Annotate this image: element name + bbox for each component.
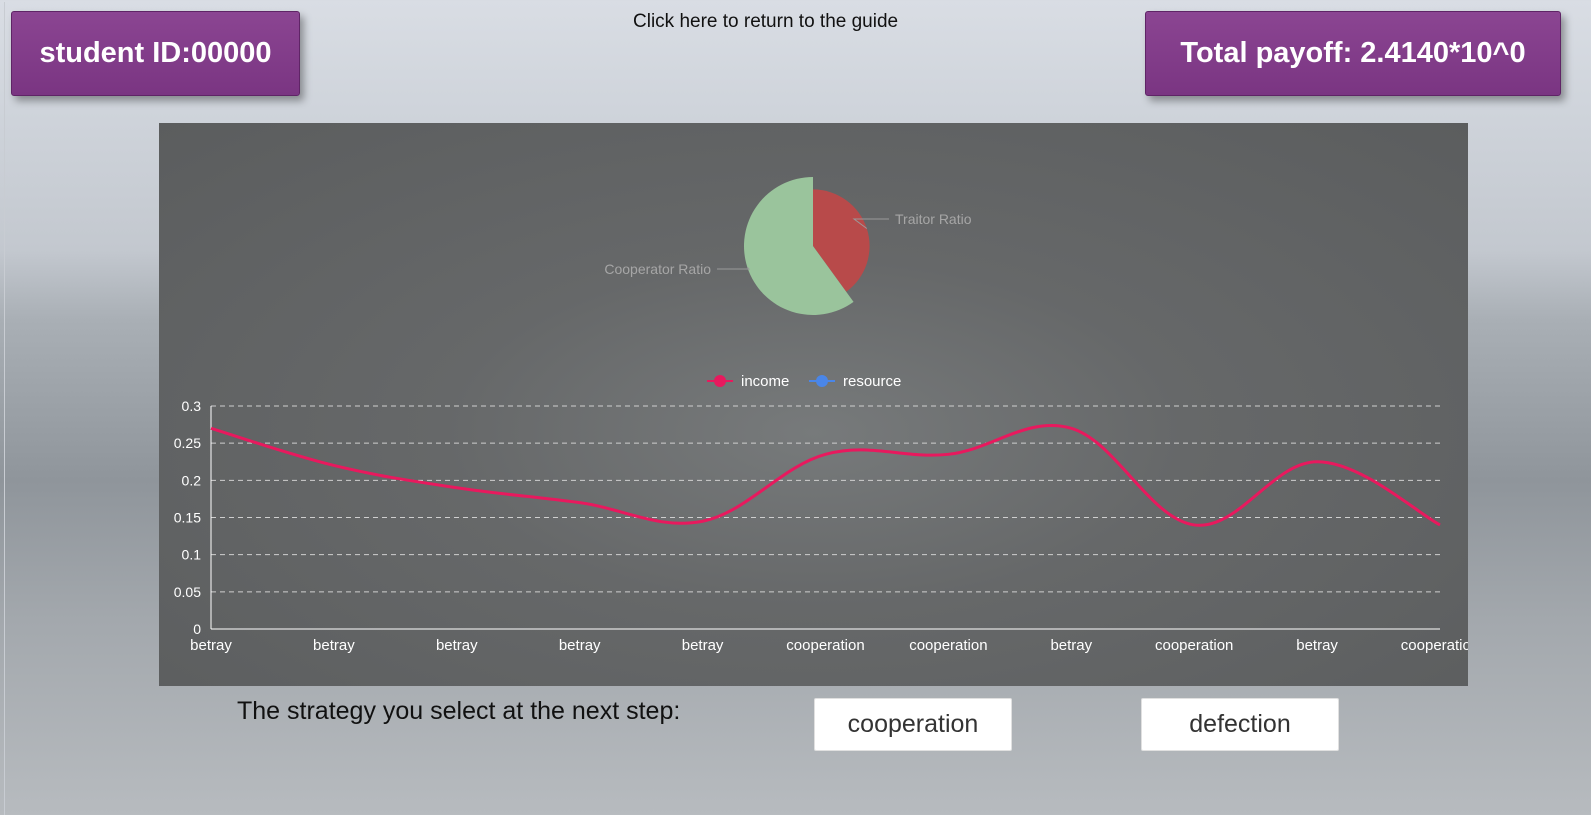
y-tick-label: 0.15: [174, 510, 201, 526]
defection-button[interactable]: defection: [1141, 698, 1339, 751]
cooperation-button[interactable]: cooperation: [814, 698, 1012, 751]
student-id-badge: student ID:00000: [11, 11, 300, 96]
x-tick-label: betray: [190, 637, 232, 654]
strategy-prompt: The strategy you select at the next step…: [237, 697, 681, 725]
pie-label: Traitor Ratio: [895, 211, 972, 227]
legend-label-income: income: [741, 373, 789, 390]
x-tick-label: cooperation: [1401, 637, 1468, 654]
chart-svg: Traitor Ratio Cooperator Ratio income resou…: [174, 177, 1468, 654]
total-payoff-badge: Total payoff: 2.4140*10^0: [1145, 11, 1561, 96]
x-tick-label: betray: [682, 637, 724, 654]
student-id-text: student ID:00000: [39, 37, 272, 69]
x-tick-label: cooperation: [1155, 637, 1233, 654]
legend-marker-income: [714, 375, 726, 387]
pie-label: Cooperator Ratio: [604, 261, 711, 277]
legend-label-resource: resource: [843, 373, 901, 390]
x-tick-label: cooperation: [786, 637, 864, 654]
pie-label-line: [717, 266, 751, 270]
x-tick-label: betray: [1296, 637, 1338, 654]
return-to-guide-link[interactable]: Click here to return to the guide: [633, 11, 898, 33]
y-tick-label: 0.05: [174, 584, 201, 600]
total-payoff-text: Total payoff: 2.4140*10^0: [1180, 37, 1526, 69]
x-tick-label: betray: [1050, 637, 1092, 654]
legend-marker-resource: [816, 375, 828, 387]
x-tick-label: betray: [559, 637, 601, 654]
y-tick-label: 0.3: [182, 398, 202, 414]
x-tick-label: betray: [436, 637, 478, 654]
y-tick-label: 0.1: [182, 547, 202, 563]
series-line-income: [210, 423, 1441, 527]
x-tick-label: betray: [313, 637, 355, 654]
y-tick-label: 0.25: [174, 435, 201, 451]
y-tick-label: 0: [193, 621, 201, 637]
y-tick-label: 0.2: [182, 472, 202, 488]
chart-panel: Traitor Ratio Cooperator Ratio income resou…: [159, 123, 1468, 686]
x-tick-label: cooperation: [909, 637, 987, 654]
